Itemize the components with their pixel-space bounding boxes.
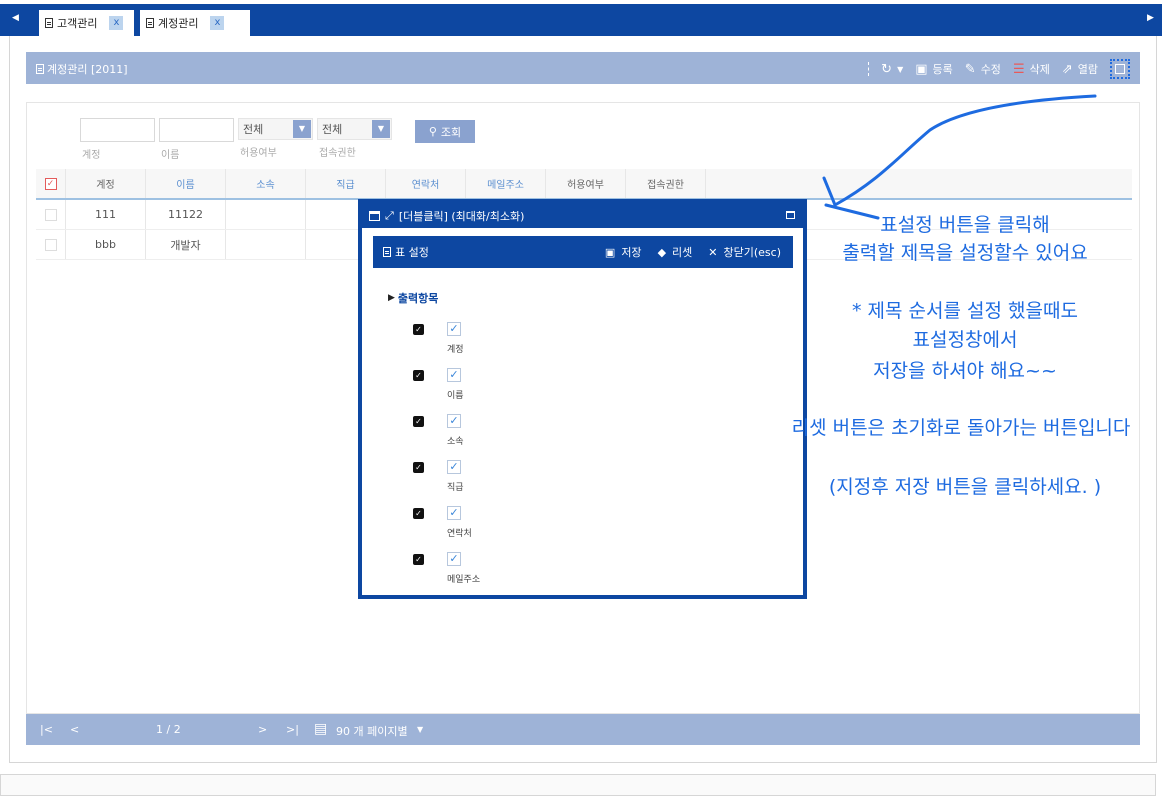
annotation-arrow <box>822 94 1097 220</box>
annotation-line: 표설정 버튼을 클릭해 <box>880 214 1050 236</box>
annotation-line: 리셋 버튼은 초기화로 돌아가는 버튼입니다 <box>791 417 1131 439</box>
annotation-line: 저장을 하셔야 해요~~ <box>873 360 1057 382</box>
annotation-line: * 제목 순서를 설정 했을때도 <box>852 300 1078 322</box>
annotation-line: 출력할 제목을 설정할수 있어요 <box>842 242 1088 264</box>
annotation-line: 표설정창에서 <box>912 329 1018 351</box>
annotation-line: (지정후 저장 버튼을 클릭하세요. ) <box>828 476 1102 498</box>
